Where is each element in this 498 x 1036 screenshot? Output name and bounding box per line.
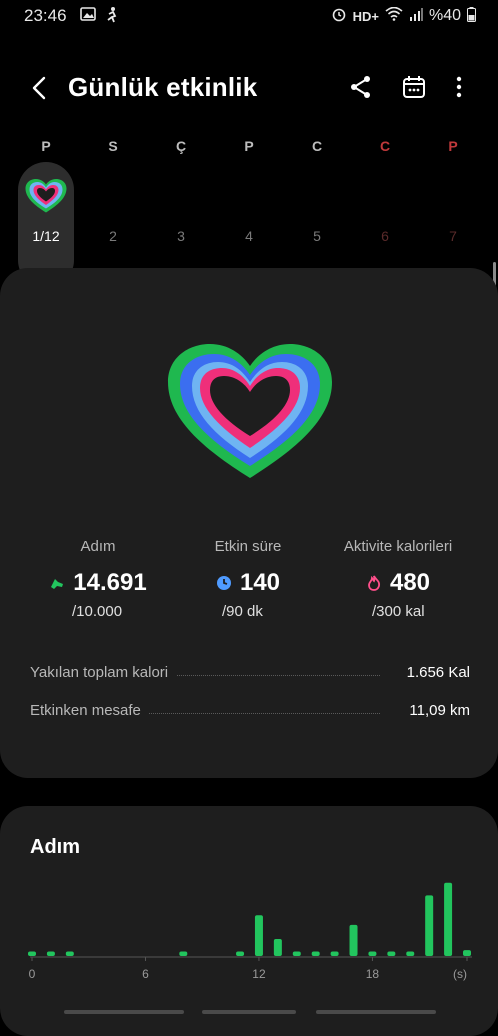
metric-flame: Aktivite kalorileri 480/300 kal	[318, 538, 478, 620]
chart-bar-hour-2	[65, 951, 74, 956]
more-options-button[interactable]	[446, 74, 474, 102]
day-6[interactable]: C6	[357, 132, 413, 262]
stat-value: 1.656 Kal	[396, 664, 470, 681]
metric-clock: Etkin süre 140/90 dk	[168, 538, 328, 620]
chart-tick-label: 18	[366, 967, 380, 981]
chart-bar-hour-1	[46, 951, 55, 956]
mini-activity-heart-icon	[25, 179, 67, 213]
chart-bar-hour-8	[179, 951, 188, 956]
chart-bar-hour-12	[254, 915, 263, 956]
day-letter: P	[41, 138, 51, 154]
nav-hint-right	[316, 1010, 436, 1014]
chart-bar-hour-0	[28, 951, 36, 956]
hourly-steps-chart: 0 6 12 18 (s)	[28, 882, 472, 981]
chart-bar-hour-22	[444, 882, 453, 956]
activity-rings-heart-icon	[168, 344, 332, 478]
day-number: 2	[109, 228, 117, 244]
chart-bar-hour-23	[463, 950, 471, 956]
signal-icon	[409, 7, 423, 25]
chart-unit-label: (s)	[453, 967, 467, 981]
chart-tick-label: 6	[142, 967, 149, 981]
clock-icon	[216, 575, 232, 591]
share-icon	[351, 76, 370, 98]
day-number: 3	[177, 228, 185, 244]
back-arrow-icon	[32, 76, 46, 100]
battery-percent: %40	[428, 7, 461, 24]
week-strip: P 1/12 S 2 Ç 3 P 4 C 5 C 6 P 7	[0, 132, 498, 288]
day-letter: Ç	[175, 138, 187, 154]
metric-label: Aktivite kalorileri	[343, 538, 453, 555]
stat-value: 11,09 km	[399, 702, 470, 719]
day-letter: C	[379, 138, 391, 154]
metric-label: Etkin süre	[214, 538, 282, 555]
metric-goal: /300 kal	[372, 603, 425, 620]
metric-value-row: 480	[318, 569, 478, 597]
status-time: 23:46	[24, 6, 67, 25]
day-letter: P	[244, 138, 254, 154]
stat-row-total-calories: Yakılan toplam kalori 1.656 Kal	[30, 664, 470, 688]
chart-bar-hour-15	[311, 951, 320, 956]
day-2[interactable]: S2	[85, 132, 141, 262]
day-3[interactable]: Ç3	[153, 132, 209, 262]
more-icon	[456, 76, 462, 98]
network-type: HD+	[352, 8, 379, 24]
day-letter: P	[448, 138, 458, 154]
chart-tick-label: 0	[29, 967, 36, 981]
battery-icon	[467, 6, 476, 26]
day-4[interactable]: P4	[221, 132, 277, 262]
chart-bar-hour-18	[368, 951, 377, 956]
share-button[interactable]	[348, 74, 376, 102]
metric-value: 140	[239, 569, 281, 596]
flame-icon	[366, 575, 382, 591]
chart-bar-hour-19	[387, 951, 396, 956]
steps-card-title: Adım	[30, 836, 80, 858]
chart-tick-label: 12	[252, 967, 266, 981]
chart-bar-hour-13	[273, 938, 282, 956]
stat-label: Yakılan toplam kalori	[30, 664, 177, 681]
chart-bar-hour-16	[330, 951, 339, 956]
day-number: 7	[449, 228, 457, 244]
status-right-group: HD+ %40	[331, 6, 476, 26]
stat-row-distance: Etkinken mesafe 11,09 km	[30, 702, 470, 726]
metric-goal: /10.000	[72, 603, 123, 620]
day-number: 4	[245, 228, 253, 244]
back-button[interactable]	[26, 74, 54, 102]
fitness-notification-icon	[104, 6, 120, 29]
wifi-icon	[385, 6, 403, 25]
day-letter: S	[108, 138, 118, 154]
chart-bar-hour-17	[349, 924, 358, 956]
steps-icon	[49, 575, 65, 591]
calendar-icon	[403, 76, 425, 98]
nav-hint-center	[202, 1010, 296, 1014]
steps-card[interactable]: Adım 0 6 12 18 (s)	[0, 806, 498, 1036]
alarm-icon	[331, 6, 347, 26]
stat-label: Etkinken mesafe	[30, 702, 149, 719]
metric-value-row: 14.691	[18, 569, 178, 597]
metric-label: Adım	[80, 538, 116, 555]
metric-goal: /90 dk	[222, 603, 263, 620]
day-7[interactable]: P7	[425, 132, 481, 262]
app-bar: Günlük etkinlik	[0, 62, 498, 116]
day-number: 6	[381, 228, 389, 244]
chart-bar-hour-21	[425, 895, 434, 956]
metric-value: 480	[389, 569, 431, 596]
day-letter: C	[311, 138, 323, 154]
chart-bar-hour-20	[406, 951, 415, 956]
day-5[interactable]: C5	[289, 132, 345, 262]
page-title: Günlük etkinlik	[68, 72, 258, 102]
day-number: 1/12	[32, 228, 60, 244]
calendar-button[interactable]	[401, 74, 429, 102]
activity-summary-card: Adım 14.691/10.000 Etkin süre 140/90 dk Akti…	[0, 268, 498, 778]
metric-value: 14.691	[73, 569, 147, 596]
metric-steps: Adım 14.691/10.000	[18, 538, 178, 620]
gallery-icon	[80, 6, 96, 27]
nav-hint-left	[64, 1010, 184, 1014]
metric-value-row: 140	[168, 569, 328, 597]
day-number: 5	[313, 228, 321, 244]
chart-bar-hour-11	[236, 951, 245, 956]
status-bar: 23:46 HD+ %40	[0, 0, 498, 30]
chart-bar-hour-14	[292, 951, 301, 956]
